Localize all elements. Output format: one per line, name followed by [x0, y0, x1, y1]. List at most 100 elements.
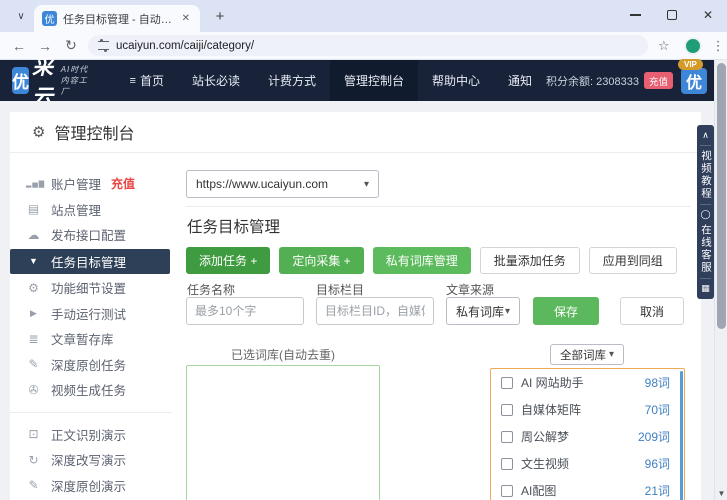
save-button[interactable]: 保存	[533, 297, 599, 325]
sidebar-item-original-demo[interactable]: ✎ 深度原创演示	[10, 473, 176, 499]
nav-item-home[interactable]: ≡ 首页	[116, 60, 178, 101]
header-logo-icon[interactable]: 优	[681, 67, 707, 94]
page-title: 管理控制台	[54, 126, 135, 143]
video-tutorial-tab[interactable]: 视频教程	[697, 150, 714, 200]
monitor-icon: ⊡	[28, 427, 39, 442]
tab-search-caret-icon[interactable]: ∨	[8, 5, 34, 27]
refresh-icon: ↻	[28, 452, 39, 467]
floatbar-divider	[700, 204, 711, 205]
floatbar-divider	[700, 278, 711, 279]
sidebar-item-text-recognition-demo[interactable]: ⊡ 正文识别演示	[10, 422, 176, 448]
sidebar-divider	[10, 411, 172, 413]
target-column-label: 目标栏目	[316, 283, 365, 297]
chevron-down-icon: ▾	[504, 305, 510, 317]
sidebar-item-article-store[interactable]: ≣ 文章暂存库	[10, 326, 176, 352]
browser-menu-icon[interactable]: ⋮	[712, 38, 725, 54]
sidebar-item-feature-settings[interactable]: ⚙ 功能细节设置	[10, 275, 176, 301]
page-scrollbar[interactable]: ▼	[714, 60, 727, 500]
window-close-button[interactable]: ✕	[703, 9, 713, 21]
lexicon-row[interactable]: 周公解梦 209词	[491, 423, 684, 450]
nav-item-pricing[interactable]: 计费方式	[254, 60, 330, 101]
private-lexicon-button[interactable]: 私有词库管理	[372, 247, 471, 274]
sidebar-item-sites[interactable]: ▤ 站点管理	[10, 197, 176, 223]
nav-item-console[interactable]: 管理控制台	[330, 60, 419, 101]
database-icon: ≣	[28, 331, 39, 346]
page-body: ⚙ 管理控制台 ▂▅▇ 账户管理 充值 ▤ 站点管理 ☁ 发布接口配置 ▼ 任务…	[0, 101, 727, 500]
site-logo-mark[interactable]: 优	[12, 67, 29, 94]
lexicon-count[interactable]: 21词	[645, 482, 670, 499]
lexicon-row[interactable]: AI 网站助手 98词	[491, 369, 684, 396]
lexicon-scrollbar[interactable]	[680, 371, 683, 500]
browser-tab[interactable]: 优 任务目标管理 - 自动文章采集 ✕	[34, 5, 200, 32]
chevron-down-icon: ▾	[608, 349, 614, 360]
sidebar: ▂▅▇ 账户管理 充值 ▤ 站点管理 ☁ 发布接口配置 ▼ 任务目标管理 ⚙ 功…	[10, 153, 186, 500]
lexicon-checkbox[interactable]	[501, 484, 513, 497]
reload-button[interactable]: ↻	[58, 37, 84, 54]
lexicon-count[interactable]: 70词	[645, 401, 670, 418]
gears-icon: ⚙	[28, 280, 39, 295]
recharge-link[interactable]: 充值	[111, 175, 135, 192]
nav-item-must-read[interactable]: 站长必读	[178, 60, 254, 101]
minimize-button[interactable]	[629, 14, 641, 16]
chevron-up-icon[interactable]: ∧	[702, 130, 709, 141]
batch-add-button[interactable]: 批量添加任务	[479, 247, 580, 274]
nav-item-help[interactable]: 帮助中心	[418, 60, 494, 101]
back-button[interactable]: ←	[6, 38, 32, 54]
section-title: 任务目标管理	[187, 219, 281, 236]
lexicon-count[interactable]: 209词	[638, 428, 670, 445]
source-label: 文章来源	[446, 283, 495, 297]
nav-item-notice[interactable]: 通知	[494, 60, 546, 101]
sidebar-item-task-targets[interactable]: ▼ 任务目标管理	[10, 248, 170, 274]
scrollbar-thumb[interactable]	[717, 63, 726, 329]
vip-badge: VIP	[678, 58, 703, 70]
targeted-collect-button[interactable]: 定向采集 +	[279, 247, 364, 274]
lexicon-checkbox[interactable]	[501, 430, 513, 443]
site-settings-icon[interactable]	[98, 39, 109, 52]
lexicon-row[interactable]: AI配图 21词	[491, 477, 684, 500]
selected-lexicon-box[interactable]	[186, 365, 380, 500]
sidebar-item-manual-test[interactable]: ▶ 手动运行测试	[10, 301, 176, 327]
lexicon-row[interactable]: 自媒体矩阵 70词	[491, 396, 684, 423]
recharge-badge[interactable]: 充值	[643, 72, 673, 89]
site-tagline: AI时代内容工厂	[60, 65, 89, 96]
bar-chart-icon: ▂▅▇	[26, 180, 46, 188]
maximize-button[interactable]	[666, 10, 677, 20]
sidebar-item-deep-original-task[interactable]: ✎ 深度原创任务	[10, 352, 176, 378]
browser-profile-avatar[interactable]	[683, 36, 702, 55]
tab-title: 任务目标管理 - 自动文章采集	[63, 13, 174, 26]
panel-title-bar: ⚙ 管理控制台	[10, 112, 701, 153]
task-name-input[interactable]	[186, 297, 304, 325]
sidebar-item-rewrite-demo[interactable]: ↻ 深度改写演示	[10, 447, 176, 473]
lexicon-filter-select[interactable]: 全部词库 ▾	[550, 344, 624, 365]
lexicon-count[interactable]: 96词	[645, 455, 670, 472]
lexicon-count[interactable]: 98词	[645, 374, 670, 391]
target-column-input[interactable]	[316, 297, 434, 325]
lexicon-list-box: AI 网站助手 98词 自媒体矩阵 70词 周公解梦 209词 文生视频 96词…	[490, 368, 685, 500]
source-select[interactable]: 私有词库 ▾	[446, 297, 520, 325]
browser-toolbar: ← → ↻ ucaiyun.com/caiji/category/ ☆ ⋮	[0, 32, 727, 60]
apply-group-button[interactable]: 应用到同组	[588, 247, 677, 274]
new-tab-button[interactable]: +	[208, 4, 232, 28]
bookmark-star-icon[interactable]: ☆	[658, 38, 670, 54]
divider	[186, 206, 691, 207]
play-icon: ▶	[30, 307, 37, 318]
lexicon-row[interactable]: 文生视频 96词	[491, 450, 684, 477]
sidebar-item-video-task[interactable]: ✇ 视频生成任务	[10, 377, 176, 403]
sidebar-item-account[interactable]: ▂▅▇ 账户管理 充值	[10, 171, 176, 197]
lexicon-checkbox[interactable]	[501, 403, 513, 416]
lexicon-checkbox[interactable]	[501, 457, 513, 470]
site-select[interactable]: https://www.ucaiyun.com ▾	[186, 170, 379, 198]
sidebar-item-publish-api[interactable]: ☁ 发布接口配置	[10, 222, 176, 248]
header-logo-wrap: 优 VIP	[678, 58, 707, 94]
url-text[interactable]: ucaiyun.com/caiji/category/	[116, 40, 254, 52]
tab-favicon: 优	[42, 11, 57, 26]
scroll-down-arrow-icon[interactable]: ▼	[715, 489, 727, 498]
qr-code-icon[interactable]: ▦	[701, 283, 710, 294]
cancel-button[interactable]: 取消	[620, 297, 684, 325]
tab-close-icon[interactable]: ✕	[180, 13, 192, 24]
add-task-button[interactable]: 添加任务 +	[186, 247, 271, 274]
online-service-tab[interactable]: 在线客服	[697, 224, 714, 274]
address-bar[interactable]: ucaiyun.com/caiji/category/	[88, 35, 648, 56]
lexicon-checkbox[interactable]	[501, 376, 513, 389]
browser-tab-strip: ∨ 优 任务目标管理 - 自动文章采集 ✕ + ✕	[0, 0, 727, 32]
